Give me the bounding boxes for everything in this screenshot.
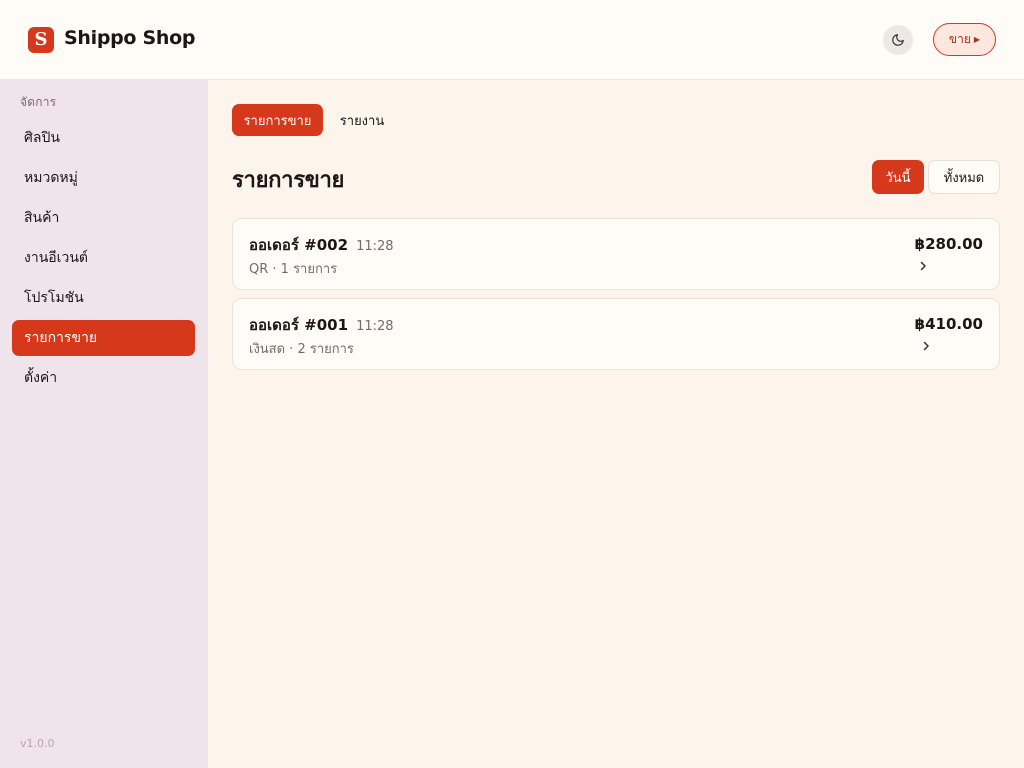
order-card[interactable]: ออเดอร์ #002 11:28 QR · 1 รายการ ฿280.00 — [232, 218, 1000, 290]
play-arrow-icon: ▶ — [973, 35, 981, 44]
chevron-right-icon — [923, 341, 929, 351]
order-title-row: ออเดอร์ #002 11:28 — [249, 233, 394, 257]
sell-button-label: ขาย — [948, 32, 971, 46]
sidebar-item-products[interactable]: สินค้า — [12, 200, 195, 236]
tab-reports[interactable]: รายงาน — [331, 104, 393, 136]
order-amount: ฿410.00 — [914, 315, 983, 333]
sidebar: จัดการ ศิลปิน หมวดหมู่ สินค้า งานอีเวนต์… — [0, 80, 208, 768]
sidebar-item-label: งานอีเวนต์ — [24, 250, 88, 266]
filter-all-button[interactable]: ทั้งหมด — [928, 160, 1000, 194]
order-title-row: ออเดอร์ #001 11:28 — [249, 313, 394, 337]
filter-today-button[interactable]: วันนี้ — [872, 160, 924, 194]
sidebar-item-label: รายการขาย — [24, 330, 98, 346]
shop-logo-icon: S — [28, 27, 54, 53]
order-amount: ฿280.00 — [914, 235, 983, 253]
sidebar-item-label: หมวดหมู่ — [24, 170, 78, 186]
chevron-right-icon — [920, 261, 926, 271]
app-version: v1.0.0 — [20, 737, 55, 750]
sidebar-section-label: จัดการ — [20, 95, 57, 109]
order-time: 11:28 — [356, 319, 394, 334]
order-number: ออเดอร์ #001 — [249, 316, 349, 334]
sidebar-item-artists[interactable]: ศิลปิน — [12, 120, 195, 156]
app-header: S Shippo Shop ขาย ▶ — [0, 0, 1024, 80]
moon-icon — [892, 34, 904, 46]
sidebar-item-label: ศิลปิน — [24, 130, 60, 146]
app-title: Shippo Shop — [64, 27, 196, 49]
sidebar-item-promotions[interactable]: โปรโมชัน — [12, 280, 195, 316]
sell-button[interactable]: ขาย ▶ — [933, 23, 996, 56]
order-time: 11:28 — [356, 239, 394, 254]
order-number: ออเดอร์ #002 — [249, 236, 349, 254]
order-summary: QR · 1 รายการ — [249, 262, 338, 277]
theme-toggle-button[interactable] — [883, 25, 913, 55]
logo-letter: S — [34, 29, 48, 50]
filter-label: ทั้งหมด — [943, 170, 985, 186]
tab-sales-list[interactable]: รายการขาย — [232, 104, 323, 136]
order-card[interactable]: ออเดอร์ #001 11:28 เงินสด · 2 รายการ ฿41… — [232, 298, 1000, 370]
sidebar-item-sales[interactable]: รายการขาย — [12, 320, 195, 356]
sidebar-item-categories[interactable]: หมวดหมู่ — [12, 160, 195, 196]
sidebar-item-label: ตั้งค่า — [24, 370, 58, 386]
page-title: รายการขาย — [232, 168, 345, 193]
sidebar-item-label: สินค้า — [24, 210, 60, 226]
order-summary: เงินสด · 2 รายการ — [249, 342, 354, 357]
sidebar-item-events[interactable]: งานอีเวนต์ — [12, 240, 195, 276]
tab-label: รายการขาย — [243, 113, 312, 129]
sidebar-item-label: โปรโมชัน — [24, 290, 84, 306]
tab-label: รายงาน — [339, 113, 385, 129]
filter-label: วันนี้ — [885, 170, 911, 186]
sidebar-item-settings[interactable]: ตั้งค่า — [12, 360, 195, 396]
